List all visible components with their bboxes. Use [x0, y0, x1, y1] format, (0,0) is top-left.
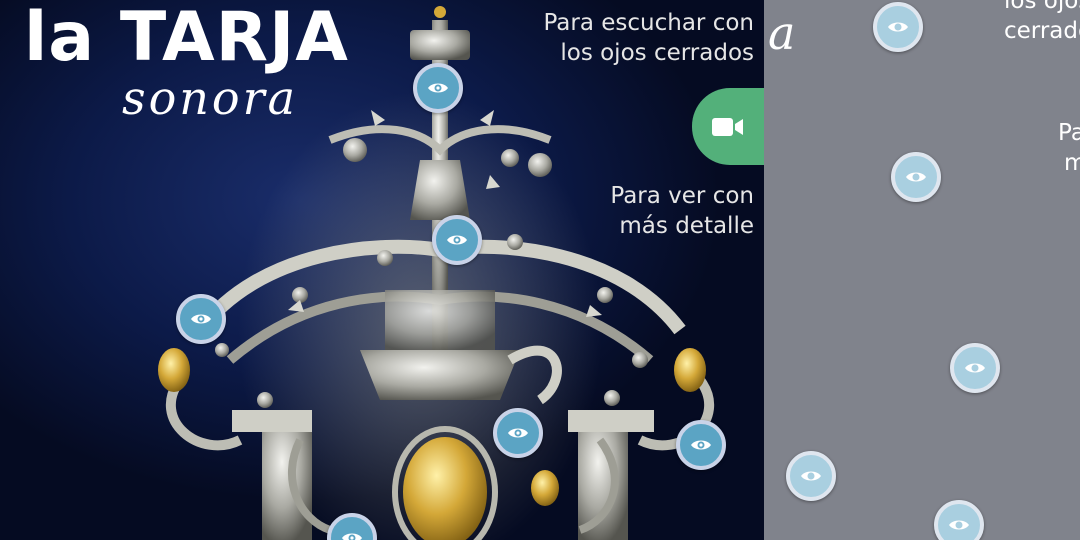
main-stage: la TARJA sonora Para escuchar con los oj…	[0, 0, 1080, 540]
eye-icon	[801, 471, 821, 481]
hotspot-center-right[interactable]	[493, 408, 543, 458]
ghost-hotspot	[934, 500, 984, 540]
eye-icon	[447, 235, 467, 245]
listen-caption: Para escuchar con los ojos cerrados	[543, 8, 754, 68]
hotspot-left[interactable]	[176, 294, 226, 344]
hotspot-top[interactable]	[413, 63, 463, 113]
ghost-hotspot	[950, 343, 1000, 393]
eye-icon	[949, 520, 969, 530]
eye-icon	[342, 533, 362, 540]
view-caption-line2: más detalle	[619, 213, 754, 239]
eye-icon	[191, 314, 211, 324]
hotspot-right[interactable]	[676, 420, 726, 470]
listen-caption-line2: los ojos cerrados	[560, 40, 754, 66]
view-caption: Para ver con más detalle	[610, 181, 754, 241]
ghost-hotspot	[891, 152, 941, 202]
eye-icon	[428, 83, 448, 93]
brand-logo: la TARJA sonora	[24, 0, 349, 124]
ghost-title-fragment: a	[768, 6, 796, 60]
video-camera-icon	[712, 117, 743, 136]
hotspot-crown[interactable]	[432, 215, 482, 265]
ghost-caption-fragment-2: m	[1064, 150, 1080, 176]
video-button[interactable]	[692, 88, 764, 165]
brand-title: la TARJA	[24, 0, 349, 77]
brand-subtitle: sonora	[122, 71, 299, 125]
eye-icon	[965, 363, 985, 373]
eye-icon	[906, 172, 926, 182]
eye-icon	[508, 428, 528, 438]
faded-next-slide: los ojos cerrados a Pa m	[764, 0, 1080, 540]
eye-icon	[691, 440, 711, 450]
ghost-hotspot	[786, 451, 836, 501]
listen-caption-line1: Para escuchar con	[543, 10, 754, 36]
eye-icon	[888, 22, 908, 32]
ghost-caption-fragment-1: Pa	[1058, 120, 1080, 146]
ghost-hotspot	[873, 2, 923, 52]
view-caption-line1: Para ver con	[610, 183, 754, 209]
ghost-top-text: los ojos cerrados	[1004, 0, 1080, 44]
